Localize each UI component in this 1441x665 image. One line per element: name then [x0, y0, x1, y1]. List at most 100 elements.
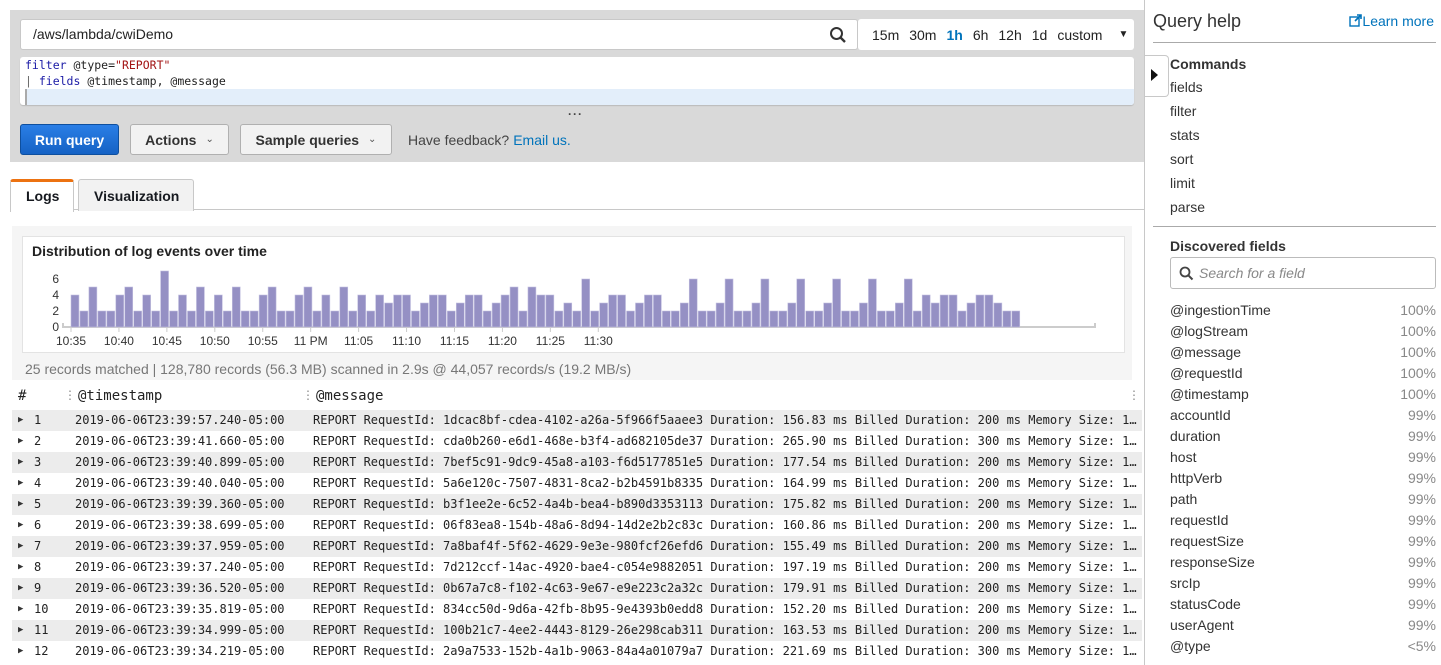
histogram-bar	[993, 302, 1003, 328]
log-group-selector[interactable]: /aws/lambda/cwiDemo	[20, 19, 858, 50]
table-row[interactable]: ▶ 12 2019-06-06T23:39:34.219-05:00 REPORT R…	[12, 641, 1142, 662]
sample-queries-button[interactable]: Sample queries ⌄	[240, 124, 392, 155]
time-range-option[interactable]: 12h	[998, 27, 1021, 43]
column-menu-icon[interactable]: ⋮	[1128, 388, 1140, 402]
discovered-field[interactable]: responseSize 99%	[1170, 554, 1436, 575]
run-query-button[interactable]: Run query	[20, 124, 119, 155]
expand-row-icon[interactable]: ▶	[18, 557, 23, 578]
histogram-bar	[420, 302, 429, 328]
column-resize-handle[interactable]: ⋮	[64, 388, 76, 402]
histogram-bar	[644, 294, 653, 328]
expand-row-icon[interactable]: ▶	[18, 431, 23, 452]
expand-row-icon[interactable]: ▶	[18, 473, 23, 494]
discovered-field[interactable]: host 99%	[1170, 449, 1436, 470]
table-row[interactable]: ▶ 8 2019-06-06T23:39:37.240-05:00 REPORT Re…	[12, 557, 1142, 578]
row-timestamp: 2019-06-06T23:39:36.520-05:00	[75, 581, 285, 595]
discovered-field[interactable]: srcIp 99%	[1170, 575, 1436, 596]
query-help-sidebar: Query help Learn more Commands fields fil…	[1145, 0, 1441, 665]
histogram-svg: 0 2 4 6 10:35 10:40 10:45 10:50 10:55 11 PM 11:05 1…	[52, 270, 1096, 348]
time-range-option[interactable]: 1d	[1032, 27, 1048, 43]
expand-row-icon[interactable]: ▶	[18, 599, 23, 620]
discovered-field[interactable]: statusCode 99%	[1170, 596, 1436, 617]
caret-down-icon[interactable]: ▼	[1118, 29, 1128, 40]
x-tick-label: 11:30	[584, 334, 613, 348]
resize-handle-icon[interactable]: ···	[568, 107, 583, 121]
row-message: REPORT RequestId: 7d212ccf-14ac-4920-bae…	[313, 560, 1137, 574]
histogram-bar	[491, 302, 501, 328]
discovered-field[interactable]: @requestId 100%	[1170, 365, 1436, 386]
command-item-limit[interactable]: limit	[1170, 175, 1195, 191]
row-message: REPORT RequestId: b3f1ee2e-6c52-4a4b-bea…	[313, 497, 1137, 511]
histogram-bar	[590, 310, 599, 328]
discovered-field[interactable]: requestId 99%	[1170, 512, 1436, 533]
discovered-field[interactable]: duration 99%	[1170, 428, 1436, 449]
histogram-bar	[518, 310, 528, 328]
table-body: ▶ 1 2019-06-06T23:39:57.240-05:00 REPORT Re…	[12, 410, 1142, 662]
histogram-bar	[903, 278, 913, 328]
discovered-field[interactable]: path 99%	[1170, 491, 1436, 512]
discovered-field[interactable]: @type <5%	[1170, 638, 1436, 659]
x-tick-label: 10:45	[152, 334, 182, 348]
command-item-filter[interactable]: filter	[1170, 103, 1196, 119]
histogram-bar	[554, 310, 564, 328]
discovered-field[interactable]: httpVerb 99%	[1170, 470, 1436, 491]
row-number: 7	[34, 539, 42, 553]
time-range-option[interactable]: 6h	[973, 27, 989, 43]
row-message: REPORT RequestId: 5a6e120c-7507-4831-8ca…	[313, 476, 1137, 490]
expand-row-icon[interactable]: ▶	[18, 494, 23, 515]
table-row[interactable]: ▶ 1 2019-06-06T23:39:57.240-05:00 REPORT Re…	[12, 410, 1142, 431]
table-row[interactable]: ▶ 5 2019-06-06T23:39:39.360-05:00 REPORT Re…	[12, 494, 1142, 515]
table-row[interactable]: ▶ 4 2019-06-06T23:39:40.040-05:00 REPORT Re…	[12, 473, 1142, 494]
histogram-bar	[805, 310, 814, 328]
header-message[interactable]: @message	[316, 388, 383, 404]
field-search-input[interactable]: Search for a field	[1170, 257, 1436, 289]
expand-row-icon[interactable]: ▶	[18, 515, 23, 536]
discovered-field[interactable]: @message 100%	[1170, 344, 1436, 365]
command-item-parse[interactable]: parse	[1170, 199, 1205, 215]
query-editor[interactable]: filter @type="REPORT" | fields @timestam…	[20, 57, 1134, 105]
expand-row-icon[interactable]: ▶	[18, 641, 23, 662]
field-name: statusCode	[1170, 596, 1241, 612]
time-range-option[interactable]: custom	[1057, 27, 1102, 43]
time-range-option[interactable]: 15m	[872, 27, 899, 43]
table-row[interactable]: ▶ 2 2019-06-06T23:39:41.660-05:00 REPORT Re…	[12, 431, 1142, 452]
field-percentage: 99%	[1407, 449, 1436, 465]
field-percentage: 100%	[1400, 323, 1436, 339]
table-row[interactable]: ▶ 9 2019-06-06T23:39:36.520-05:00 REPORT Re…	[12, 578, 1142, 599]
actions-label: Actions	[145, 131, 197, 148]
time-range-option[interactable]: 30m	[909, 27, 936, 43]
command-item-fields[interactable]: fields	[1170, 79, 1203, 95]
field-name: requestId	[1170, 512, 1229, 528]
column-resize-handle[interactable]: ⋮	[302, 388, 314, 402]
discovered-field[interactable]: @logStream 100%	[1170, 323, 1436, 344]
command-item-stats[interactable]: stats	[1170, 127, 1200, 143]
tab-logs[interactable]: Logs	[10, 179, 74, 212]
discovered-field[interactable]: @ingestionTime 100%	[1170, 302, 1436, 323]
discovered-field[interactable]: userAgent 99%	[1170, 617, 1436, 638]
histogram-bar	[751, 302, 761, 328]
table-row[interactable]: ▶ 6 2019-06-06T23:39:38.699-05:00 REPORT Re…	[12, 515, 1142, 536]
collapse-sidebar-toggle[interactable]	[1145, 55, 1169, 97]
expand-row-icon[interactable]: ▶	[18, 620, 23, 641]
email-us-link[interactable]: Email us.	[513, 132, 571, 148]
discovered-field[interactable]: requestSize 99%	[1170, 533, 1436, 554]
tab-visualization[interactable]: Visualization	[78, 179, 194, 211]
expand-row-icon[interactable]: ▶	[18, 410, 23, 431]
table-row[interactable]: ▶ 11 2019-06-06T23:39:34.999-05:00 REPORT R…	[12, 620, 1142, 641]
learn-more-link[interactable]: Learn more	[1349, 13, 1434, 29]
histogram-bar	[473, 294, 483, 328]
table-row[interactable]: ▶ 7 2019-06-06T23:39:37.959-05:00 REPORT Re…	[12, 536, 1142, 557]
discovered-field[interactable]: @timestamp 100%	[1170, 386, 1436, 407]
table-row[interactable]: ▶ 10 2019-06-06T23:39:35.819-05:00 REPORT R…	[12, 599, 1142, 620]
expand-row-icon[interactable]: ▶	[18, 536, 23, 557]
x-tick-label: 10:35	[56, 334, 86, 348]
table-row[interactable]: ▶ 3 2019-06-06T23:39:40.899-05:00 REPORT Re…	[12, 452, 1142, 473]
search-icon[interactable]	[829, 26, 847, 44]
actions-button[interactable]: Actions ⌄	[130, 124, 229, 155]
time-range-option[interactable]: 1h	[946, 27, 962, 43]
expand-row-icon[interactable]: ▶	[18, 452, 23, 473]
header-timestamp[interactable]: @timestamp	[78, 388, 162, 404]
expand-row-icon[interactable]: ▶	[18, 578, 23, 599]
command-item-sort[interactable]: sort	[1170, 151, 1193, 167]
discovered-field[interactable]: accountId 99%	[1170, 407, 1436, 428]
